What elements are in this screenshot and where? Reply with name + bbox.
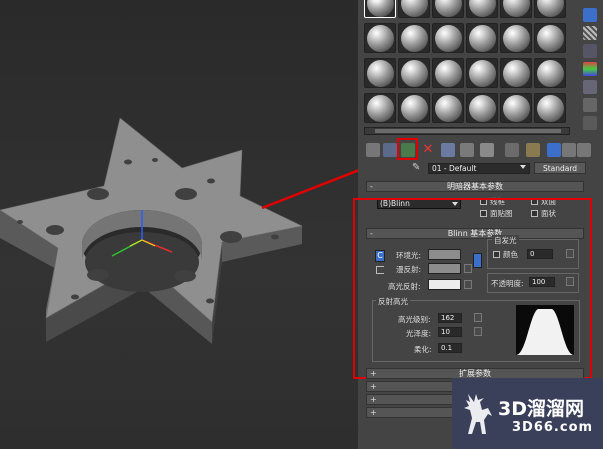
sample-slot[interactable] bbox=[398, 0, 430, 18]
sample-slot[interactable] bbox=[432, 23, 464, 53]
slot-scrollbar[interactable] bbox=[364, 127, 570, 135]
sample-slot[interactable] bbox=[534, 23, 566, 53]
sample-slot[interactable] bbox=[534, 93, 566, 123]
viewport[interactable] bbox=[0, 0, 358, 449]
show-map-icon[interactable] bbox=[526, 143, 540, 157]
backlight-icon[interactable] bbox=[583, 26, 597, 40]
annotation-box-toolbar bbox=[397, 138, 418, 160]
sample-slot[interactable] bbox=[364, 93, 396, 123]
material-type-label: Standard bbox=[542, 164, 578, 173]
background-icon[interactable] bbox=[583, 44, 597, 58]
sample-slot[interactable] bbox=[432, 0, 464, 18]
sample-slot[interactable] bbox=[364, 0, 396, 18]
deer-logo bbox=[464, 394, 492, 434]
sample-slot[interactable] bbox=[398, 93, 430, 123]
make-preview-icon[interactable] bbox=[583, 98, 597, 112]
sample-slot[interactable] bbox=[466, 93, 498, 123]
sample-slot[interactable] bbox=[500, 93, 532, 123]
sample-slot[interactable] bbox=[398, 23, 430, 53]
sample-uv-icon[interactable] bbox=[583, 62, 597, 76]
sample-slot[interactable] bbox=[466, 58, 498, 88]
star-model bbox=[0, 117, 358, 344]
sample-slot[interactable] bbox=[364, 58, 396, 88]
go-sibling-icon[interactable] bbox=[577, 143, 591, 157]
go-parent-icon[interactable] bbox=[562, 143, 576, 157]
sample-slot[interactable] bbox=[364, 23, 396, 53]
sample-slot[interactable] bbox=[466, 0, 498, 18]
video-color-icon[interactable] bbox=[583, 80, 597, 94]
rollout-shader-basic-title: 明暗器基本参数 bbox=[447, 182, 503, 191]
sample-slot[interactable] bbox=[534, 58, 566, 88]
show-end-result-icon[interactable] bbox=[547, 143, 561, 157]
options-icon[interactable] bbox=[583, 116, 597, 130]
sample-type-icon[interactable] bbox=[583, 8, 597, 22]
annotation-arrow bbox=[261, 169, 358, 210]
watermark-brand: 3D溜溜网 bbox=[498, 398, 584, 420]
material-type-button[interactable]: Standard bbox=[534, 162, 586, 174]
watermark-url: 3D66.com bbox=[512, 420, 594, 435]
sample-slot[interactable] bbox=[432, 93, 464, 123]
rollout-shader-basic[interactable]: - 明暗器基本参数 bbox=[366, 181, 584, 192]
sample-slot[interactable] bbox=[432, 58, 464, 88]
get-material-icon[interactable] bbox=[366, 143, 380, 157]
copy-material-icon[interactable] bbox=[441, 143, 455, 157]
sample-slot[interactable] bbox=[500, 0, 532, 18]
annotation-box-params bbox=[353, 198, 592, 379]
watermark: 3D溜溜网 3D66.com bbox=[452, 378, 603, 449]
sample-slot[interactable] bbox=[500, 23, 532, 53]
put-to-scene-icon[interactable] bbox=[383, 143, 397, 157]
material-name-dropdown-arrow[interactable] bbox=[520, 165, 526, 169]
rollout-extended-title: 扩展参数 bbox=[459, 369, 491, 378]
material-name-field[interactable]: 01 - Default bbox=[428, 163, 530, 174]
sample-slot[interactable] bbox=[534, 0, 566, 18]
reset-map-icon[interactable]: ✕ bbox=[421, 143, 435, 157]
make-unique-icon[interactable] bbox=[460, 143, 474, 157]
material-id-icon[interactable] bbox=[505, 143, 519, 157]
sample-slot[interactable] bbox=[398, 58, 430, 88]
eyedropper-icon[interactable]: ✎ bbox=[412, 163, 424, 174]
sample-slot[interactable] bbox=[500, 58, 532, 88]
sample-slot[interactable] bbox=[466, 23, 498, 53]
put-to-library-icon[interactable] bbox=[480, 143, 494, 157]
material-name-text: 01 - Default bbox=[432, 164, 477, 173]
